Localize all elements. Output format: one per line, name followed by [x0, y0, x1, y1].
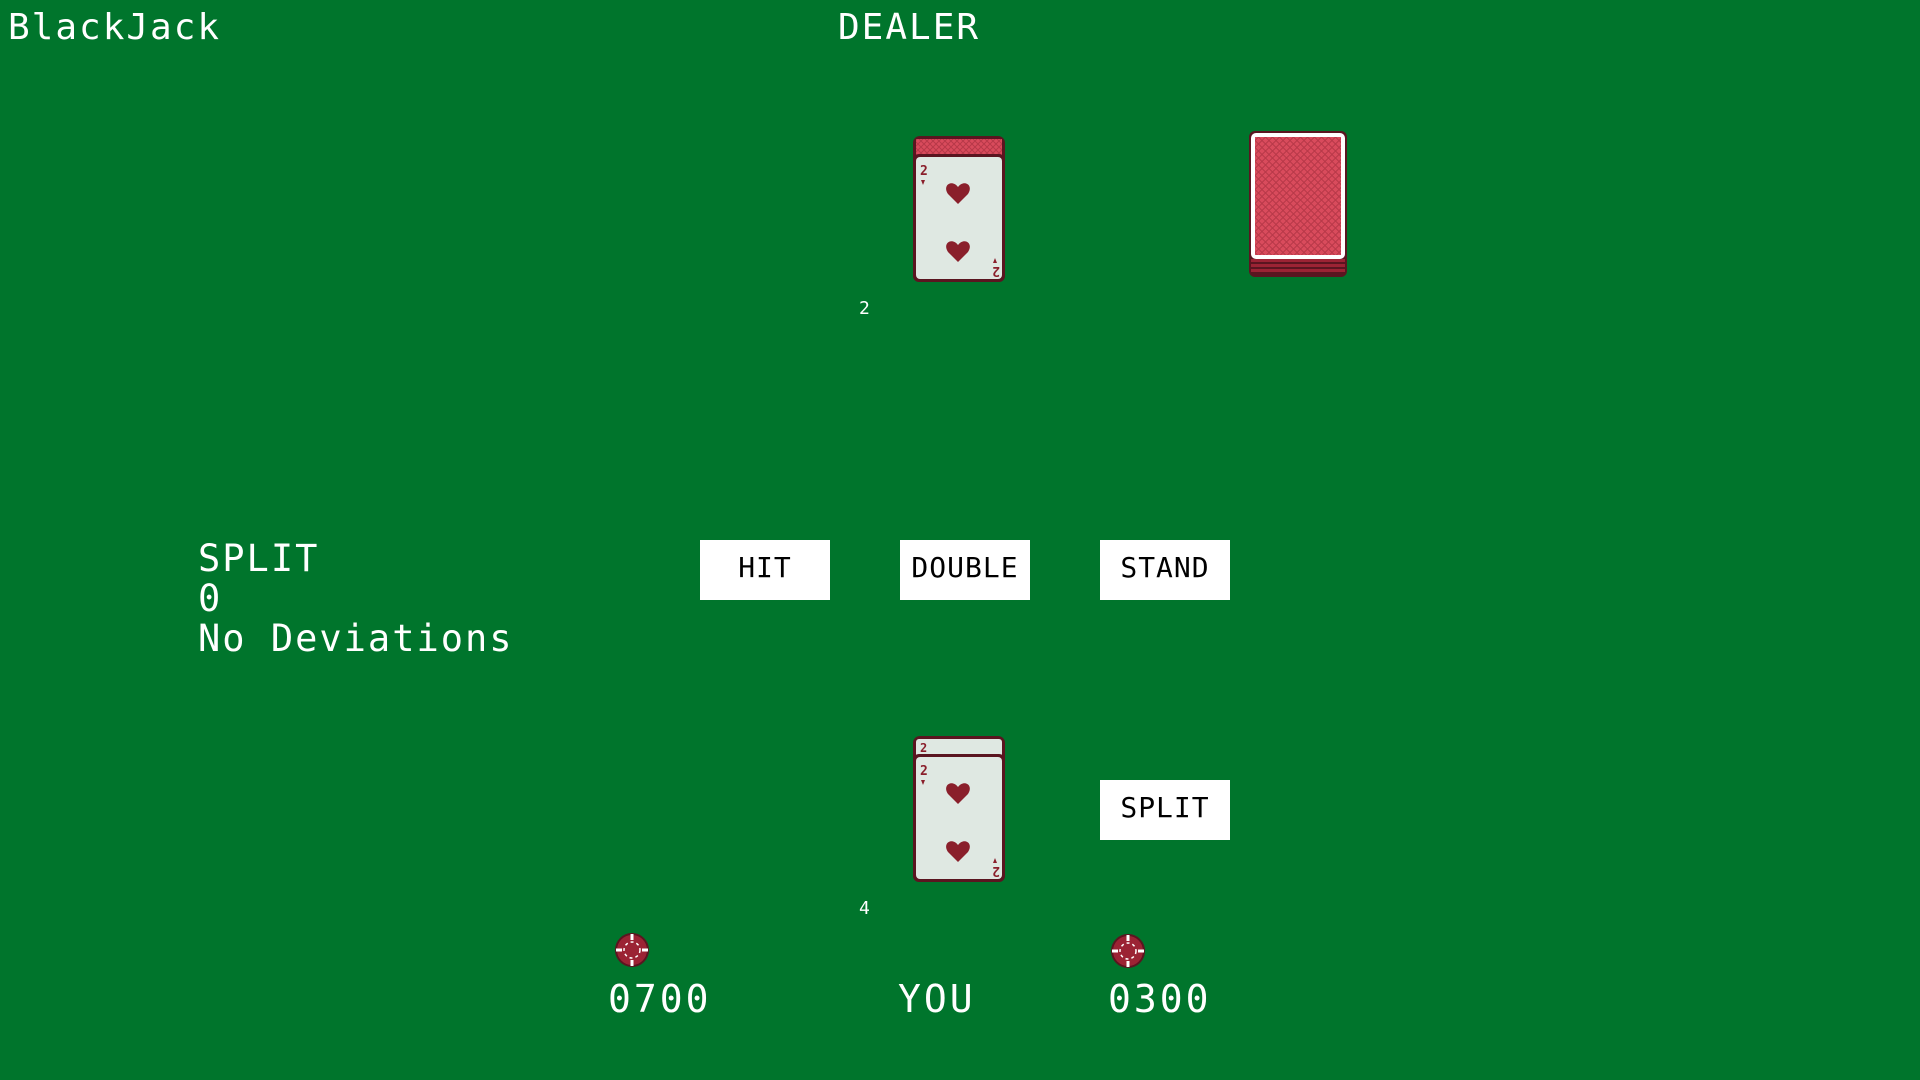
card-deck[interactable]	[1248, 130, 1348, 278]
player-label: YOU	[898, 977, 976, 1021]
bet-amount: 0300	[1108, 977, 1212, 1021]
blackjack-table: BlackJack DEALER 2 2 2 SPLIT 0 No Deviat…	[0, 0, 1920, 1080]
chip-icon[interactable]	[615, 933, 649, 967]
strategy-panel: SPLIT 0 No Deviations	[198, 540, 514, 660]
split-button[interactable]: SPLIT	[1100, 780, 1230, 840]
player-cards: 2 2 2	[913, 736, 1005, 882]
player-card-2-rank-bottom: 2	[992, 863, 1000, 878]
double-button[interactable]: DOUBLE	[900, 540, 1030, 600]
dealer-label: DEALER	[838, 7, 981, 48]
app-title: BlackJack	[8, 7, 222, 48]
dealer-card-rank-top: 2	[920, 164, 928, 179]
dealer-card-2-hearts: 2 2	[913, 136, 1005, 282]
running-count: 0	[198, 577, 223, 620]
player-card-2-rank-top: 2	[920, 764, 928, 779]
player-hand-value: 4	[859, 898, 872, 919]
player-card-1-rank: 2	[920, 741, 927, 755]
dealer-hand-value: 2	[859, 298, 872, 319]
deviation-text: No Deviations	[198, 617, 514, 660]
dealer-card-rank-bottom: 2	[992, 263, 1000, 278]
hit-button[interactable]: HIT	[700, 540, 830, 600]
bankroll-amount: 0700	[608, 977, 712, 1021]
chip-icon[interactable]	[1111, 934, 1145, 968]
strategy-action: SPLIT	[198, 537, 320, 580]
stand-button[interactable]: STAND	[1100, 540, 1230, 600]
